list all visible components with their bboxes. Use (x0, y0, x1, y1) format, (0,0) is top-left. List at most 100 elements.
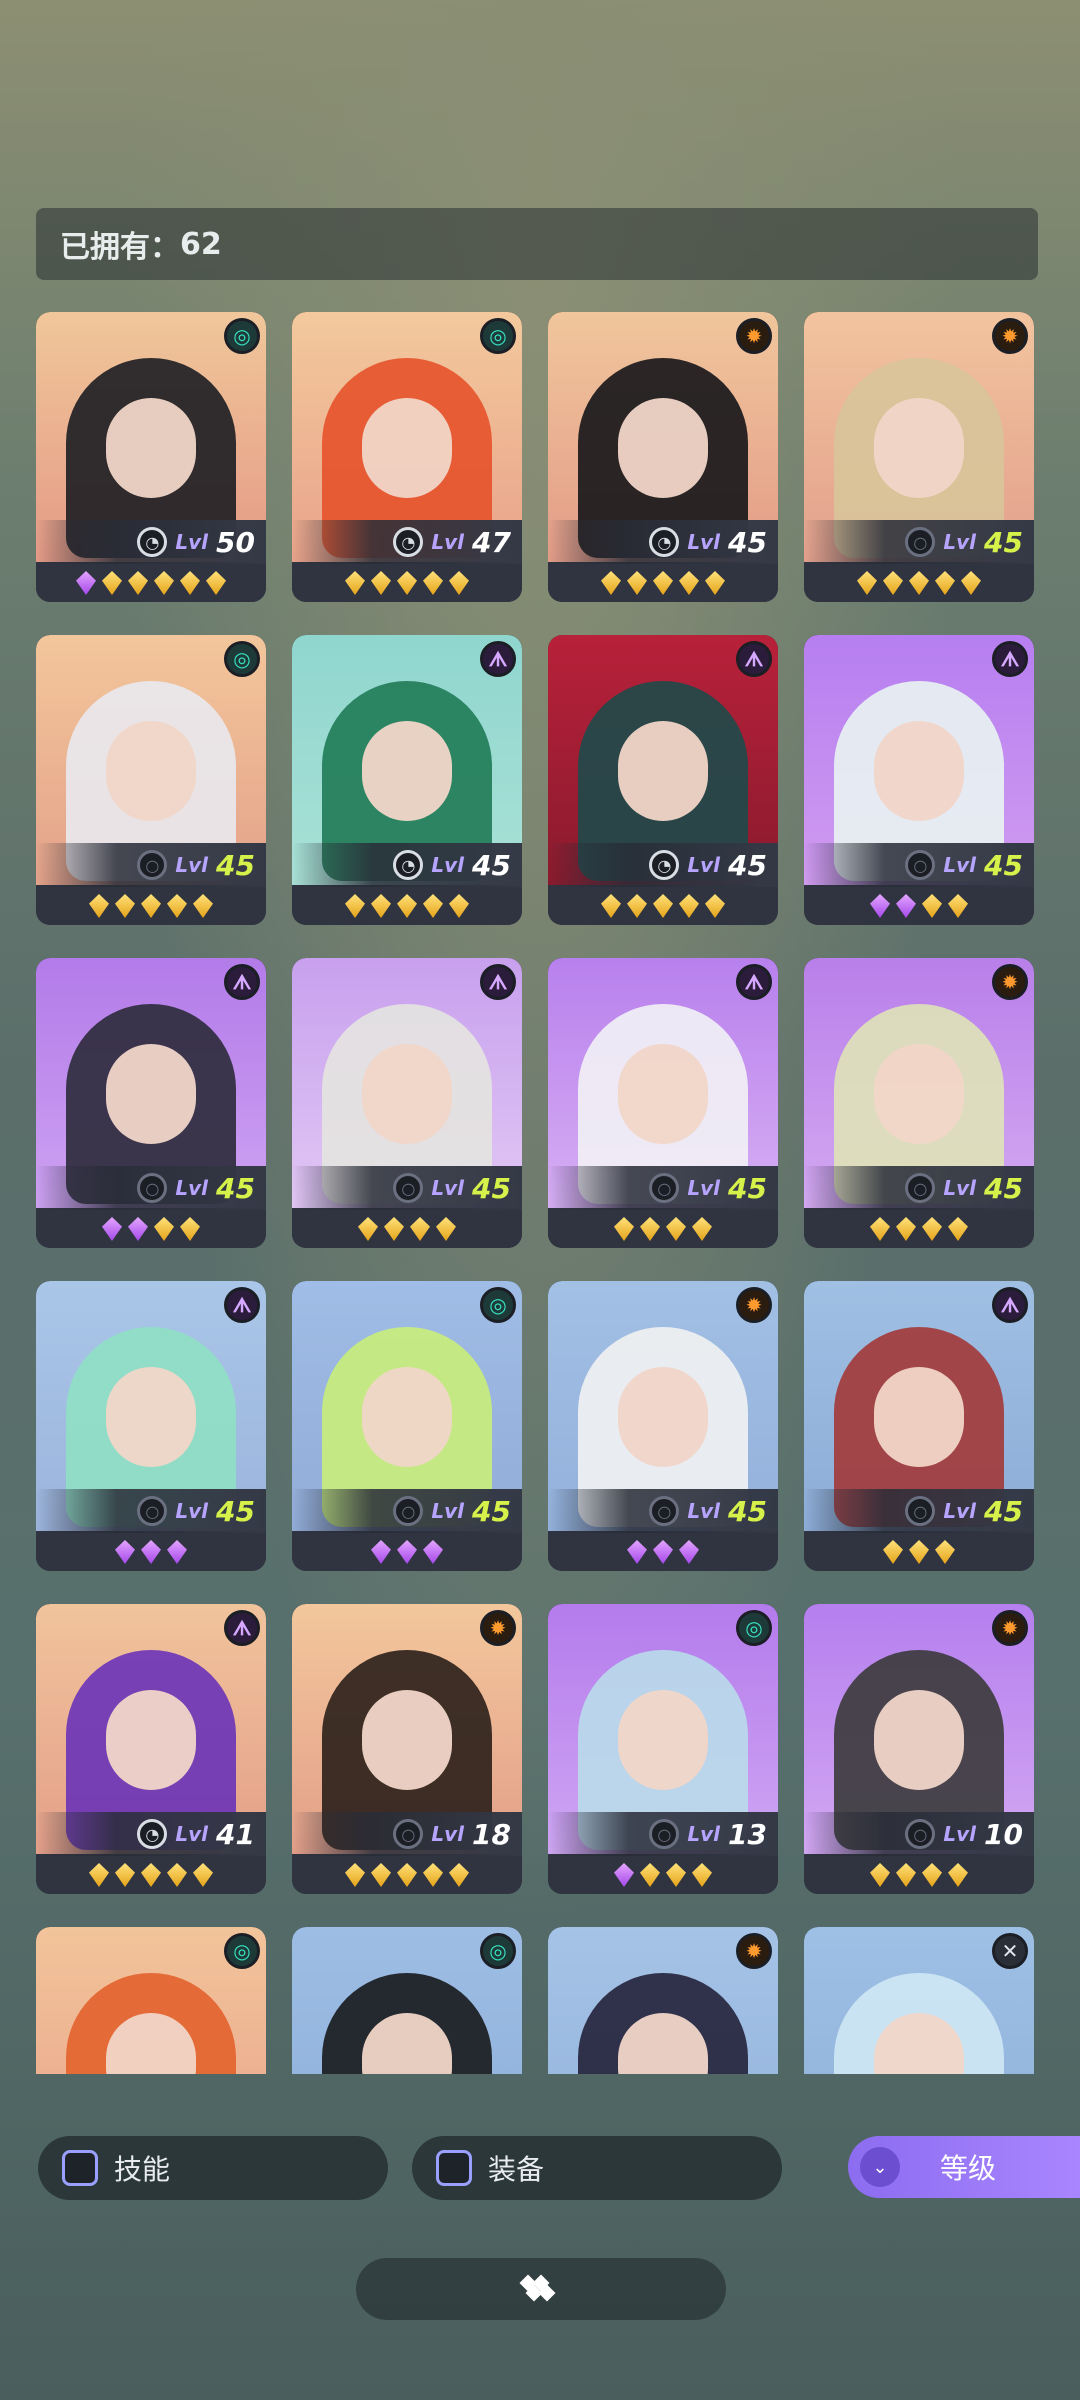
skill-checkbox[interactable] (62, 2150, 98, 2186)
hero-card[interactable]: ᗑ ◔ Lvl 45 (548, 635, 778, 925)
gold-gem-icon (640, 1217, 660, 1241)
hero-stars (548, 1210, 778, 1248)
crown-icon: ᗑ (736, 964, 772, 1000)
gear-emblem-icon: ✹ (992, 318, 1028, 354)
level-label: Lvl (943, 1822, 976, 1846)
hero-card[interactable]: ᗑ ○ Lvl 45 (548, 958, 778, 1248)
gold-gem-icon (896, 1863, 916, 1887)
hero-card[interactable]: ◎ (36, 1927, 266, 2074)
hero-stars (804, 887, 1034, 925)
hero-face (362, 398, 452, 498)
spiral-icon: ◎ (480, 318, 516, 354)
hero-card[interactable]: ✹ ○ Lvl 18 (292, 1604, 522, 1894)
equip-filter[interactable]: 装备 (412, 2136, 782, 2200)
hero-face (618, 1367, 708, 1467)
hero-level-strip: ◔ Lvl 45 (292, 843, 522, 887)
hero-level-strip: ○ Lvl 10 (804, 1812, 1034, 1856)
gear-emblem-icon: ✹ (992, 1610, 1028, 1646)
level-value: 18 (472, 1817, 511, 1851)
level-value: 13 (728, 1817, 767, 1851)
gold-gem-icon (193, 1863, 213, 1887)
hero-level-strip: ○ Lvl 45 (36, 843, 266, 887)
hero-stars (36, 564, 266, 602)
hero-card[interactable]: ᗑ ○ Lvl 45 (804, 1281, 1034, 1571)
spiral-icon: ◎ (480, 1287, 516, 1323)
gear-emblem-icon: ✹ (992, 964, 1028, 1000)
equip-checkbox[interactable] (436, 2150, 472, 2186)
purple-gem-icon (371, 1540, 391, 1564)
level-value: 45 (984, 848, 1023, 882)
crown-icon: ᗑ (224, 1610, 260, 1646)
hero-card[interactable]: ✹ ◔ Lvl 45 (548, 312, 778, 602)
hero-card[interactable]: ✹ (548, 1927, 778, 2074)
spiral-icon: ◎ (736, 1610, 772, 1646)
skill-filter[interactable]: 技能 (38, 2136, 388, 2200)
gold-gem-icon (627, 571, 647, 595)
hero-card[interactable]: ᗑ ○ Lvl 45 (36, 958, 266, 1248)
level-label: Lvl (943, 853, 976, 877)
level-value: 45 (472, 1494, 511, 1528)
crown-icon: ᗑ (224, 964, 260, 1000)
spiral-icon: ◎ (480, 1933, 516, 1969)
hero-face (362, 1044, 452, 1144)
equipment-gear-icon: ○ (649, 1819, 680, 1849)
gold-gem-icon (449, 1863, 469, 1887)
hero-stars (548, 887, 778, 925)
hero-card[interactable]: ᗑ ○ Lvl 45 (804, 635, 1034, 925)
hero-card[interactable]: ✹ ○ Lvl 45 (548, 1281, 778, 1571)
gear-emblem-icon: ✹ (736, 1933, 772, 1969)
hero-card[interactable]: ◎ ◔ Lvl 50 (36, 312, 266, 602)
gold-gem-icon (909, 1540, 929, 1564)
purple-gem-icon (102, 1217, 122, 1241)
collapse-button[interactable] (356, 2258, 726, 2320)
level-label: Lvl (943, 1499, 976, 1523)
hero-stars (804, 1210, 1034, 1248)
level-value: 45 (984, 525, 1023, 559)
hero-stars (804, 1856, 1034, 1894)
hero-card[interactable]: ◎ ○ Lvl 45 (36, 635, 266, 925)
gold-gem-icon (449, 894, 469, 918)
hero-face (106, 721, 196, 821)
hero-card[interactable]: ᗑ ◔ Lvl 45 (292, 635, 522, 925)
hero-card[interactable]: ◎ (292, 1927, 522, 2074)
hero-face (362, 1367, 452, 1467)
equipment-gear-icon: ◔ (393, 527, 424, 557)
hero-card[interactable]: ✹ ○ Lvl 10 (804, 1604, 1034, 1894)
equipment-gear-icon: ○ (905, 1819, 936, 1849)
gold-gem-icon (653, 571, 673, 595)
gold-gem-icon (345, 1863, 365, 1887)
hero-card[interactable]: ◎ ◔ Lvl 47 (292, 312, 522, 602)
gold-gem-icon (948, 1217, 968, 1241)
gold-gem-icon (423, 571, 443, 595)
gold-gem-icon (961, 571, 981, 595)
hero-level-strip: ◔ Lvl 50 (36, 520, 266, 564)
hero-card[interactable]: ✕ (804, 1927, 1034, 2074)
purple-gem-icon (115, 1540, 135, 1564)
level-value: 45 (216, 848, 255, 882)
purple-gem-icon (896, 894, 916, 918)
level-label: Lvl (175, 1499, 208, 1523)
hero-card[interactable]: ◎ ○ Lvl 13 (548, 1604, 778, 1894)
level-value: 10 (984, 1817, 1023, 1851)
hero-card[interactable]: ᗑ ◔ Lvl 41 (36, 1604, 266, 1894)
gold-gem-icon (89, 894, 109, 918)
crown-icon: ᗑ (480, 964, 516, 1000)
equipment-gear-icon: ○ (905, 1173, 936, 1203)
hero-stars (548, 1856, 778, 1894)
level-label: Lvl (431, 1176, 464, 1200)
gear-emblem-icon: ✹ (736, 1287, 772, 1323)
hero-card[interactable]: ✹ ○ Lvl 45 (804, 312, 1034, 602)
purple-gem-icon (653, 1540, 673, 1564)
hero-card[interactable]: ✹ ○ Lvl 45 (804, 958, 1034, 1248)
level-label: Lvl (943, 530, 976, 554)
gold-gem-icon (666, 1863, 686, 1887)
hero-card[interactable]: ᗑ ○ Lvl 45 (292, 958, 522, 1248)
collapse-icon (519, 2274, 560, 2303)
hero-face (618, 1690, 708, 1790)
hero-face (874, 1367, 964, 1467)
hero-card[interactable]: ᗑ ○ Lvl 45 (36, 1281, 266, 1571)
level-label: Lvl (175, 853, 208, 877)
level-sort-button[interactable]: ⌄ 等级 (848, 2136, 1080, 2198)
hero-card[interactable]: ◎ ○ Lvl 45 (292, 1281, 522, 1571)
hero-level-strip: ○ Lvl 45 (548, 1489, 778, 1533)
